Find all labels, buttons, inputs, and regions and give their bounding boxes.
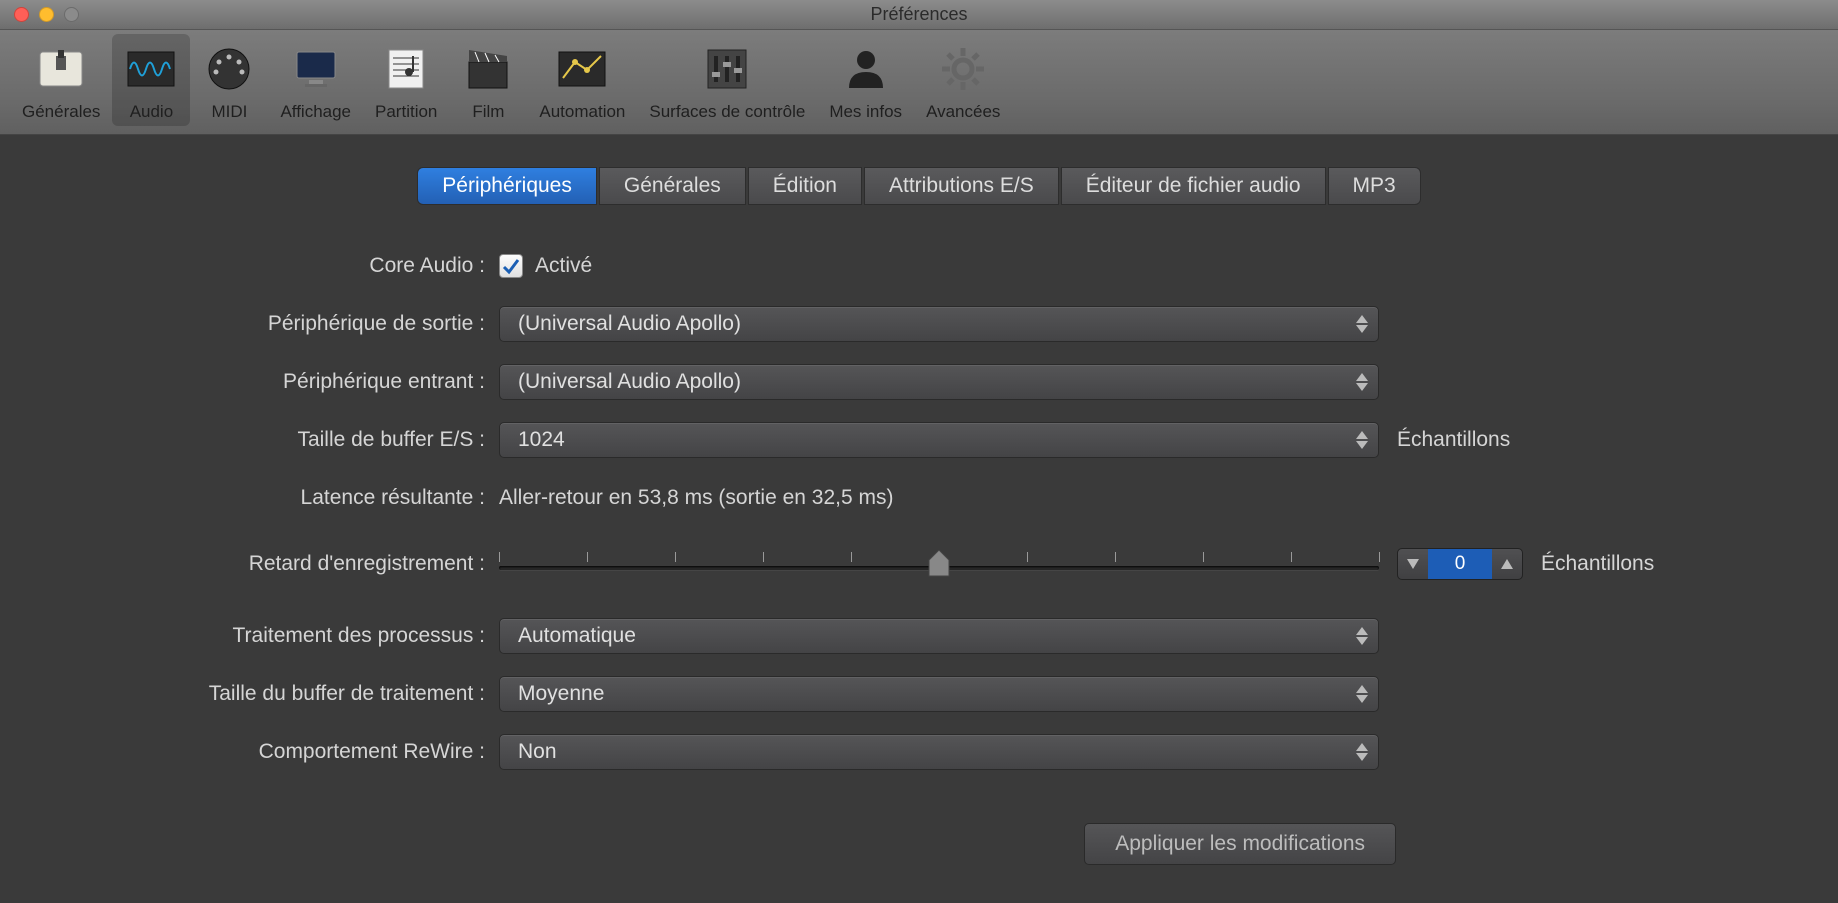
toolbar-label: Avancées: [926, 102, 1000, 122]
titlebar: Préférences: [0, 0, 1838, 30]
rewire-value: Non: [518, 740, 557, 764]
output-value: (Universal Audio Apollo): [518, 312, 741, 336]
midi-icon: [202, 42, 256, 96]
proc-buffer-value: Moyenne: [518, 682, 604, 706]
tab-mp3[interactable]: MP3: [1328, 167, 1421, 205]
traffic-lights: [14, 7, 79, 22]
close-icon[interactable]: [14, 7, 29, 22]
buffer-value: 1024: [518, 428, 565, 452]
output-label: Périphérique de sortie :: [159, 312, 499, 336]
tab-peripheriques[interactable]: Périphériques: [417, 167, 597, 205]
row-core-audio: Core Audio : Activé: [159, 245, 1679, 287]
record-delay-value[interactable]: 0: [1428, 549, 1492, 579]
score-icon: [379, 42, 433, 96]
toolbar-label: Surfaces de contrôle: [649, 102, 805, 122]
buffer-unit: Échantillons: [1397, 428, 1510, 452]
person-icon: [839, 42, 893, 96]
waveform-icon: [124, 42, 178, 96]
rewire-label: Comportement ReWire :: [159, 740, 499, 764]
output-select[interactable]: (Universal Audio Apollo): [499, 306, 1379, 342]
core-audio-checkbox-text: Activé: [535, 254, 592, 278]
toolbar-audio[interactable]: Audio: [112, 34, 190, 126]
stepper-up-icon[interactable]: [1492, 549, 1522, 579]
record-delay-stepper: 0: [1397, 548, 1523, 580]
record-delay-label: Retard d'enregistrement :: [159, 552, 499, 576]
automation-icon: [555, 42, 609, 96]
stepper-arrows-icon: [1356, 743, 1368, 761]
apply-row: Appliquer les modifications: [159, 823, 1396, 865]
row-rewire: Comportement ReWire : Non: [159, 731, 1679, 773]
switch-icon: [34, 42, 88, 96]
core-audio-checkbox[interactable]: [499, 254, 523, 278]
record-delay-unit: Échantillons: [1541, 552, 1654, 576]
latency-value: Aller-retour en 53,8 ms (sortie en 32,5 …: [499, 486, 894, 510]
stepper-arrows-icon: [1356, 315, 1368, 333]
threads-value: Automatique: [518, 624, 636, 648]
tab-generales[interactable]: Générales: [599, 167, 746, 205]
toolbar: Générales Audio MIDI Affichage Partition…: [0, 30, 1838, 135]
row-record-delay: Retard d'enregistrement :: [159, 543, 1679, 585]
toolbar-label: Film: [472, 102, 504, 122]
tabs: Périphériques Générales Édition Attribut…: [0, 167, 1838, 205]
tab-editeur-audio[interactable]: Éditeur de fichier audio: [1061, 167, 1326, 205]
minimize-icon[interactable]: [39, 7, 54, 22]
faders-icon: [700, 42, 754, 96]
toolbar-affichage[interactable]: Affichage: [268, 34, 363, 126]
toolbar-label: Affichage: [280, 102, 351, 122]
apply-button[interactable]: Appliquer les modifications: [1084, 823, 1396, 865]
proc-buffer-select[interactable]: Moyenne: [499, 676, 1379, 712]
stepper-arrows-icon: [1356, 627, 1368, 645]
toolbar-label: Mes infos: [829, 102, 902, 122]
slider-thumb-icon[interactable]: [927, 550, 951, 578]
toolbar-midi[interactable]: MIDI: [190, 34, 268, 126]
toolbar-label: Automation: [539, 102, 625, 122]
record-delay-slider[interactable]: [499, 544, 1379, 584]
latency-label: Latence résultante :: [159, 486, 499, 510]
zoom-icon[interactable]: [64, 7, 79, 22]
window-title: Préférences: [0, 4, 1838, 25]
gear-icon: [936, 42, 990, 96]
rewire-select[interactable]: Non: [499, 734, 1379, 770]
toolbar-mesinfos[interactable]: Mes infos: [817, 34, 914, 126]
form: Core Audio : Activé Périphérique de sort…: [159, 245, 1679, 865]
toolbar-label: Générales: [22, 102, 100, 122]
input-select[interactable]: (Universal Audio Apollo): [499, 364, 1379, 400]
proc-buffer-label: Taille du buffer de traitement :: [159, 681, 499, 706]
row-input-device: Périphérique entrant : (Universal Audio …: [159, 361, 1679, 403]
toolbar-partition[interactable]: Partition: [363, 34, 449, 126]
toolbar-avancees[interactable]: Avancées: [914, 34, 1012, 126]
stepper-arrows-icon: [1356, 431, 1368, 449]
input-value: (Universal Audio Apollo): [518, 370, 741, 394]
toolbar-generales[interactable]: Générales: [10, 34, 112, 126]
threads-label: Traitement des processus :: [159, 624, 499, 648]
buffer-select[interactable]: 1024: [499, 422, 1379, 458]
core-audio-label: Core Audio :: [159, 254, 499, 278]
content: Périphériques Générales Édition Attribut…: [0, 135, 1838, 903]
row-buffer: Taille de buffer E/S : 1024 Échantillons: [159, 419, 1679, 461]
threads-select[interactable]: Automatique: [499, 618, 1379, 654]
clapper-icon: [461, 42, 515, 96]
row-proc-buffer: Taille du buffer de traitement : Moyenne: [159, 673, 1679, 715]
row-threads: Traitement des processus : Automatique: [159, 615, 1679, 657]
row-latency: Latence résultante : Aller-retour en 53,…: [159, 477, 1679, 519]
buffer-label: Taille de buffer E/S :: [159, 428, 499, 452]
stepper-down-icon[interactable]: [1398, 549, 1428, 579]
monitor-icon: [289, 42, 343, 96]
toolbar-label: Audio: [130, 102, 173, 122]
toolbar-surfaces[interactable]: Surfaces de contrôle: [637, 34, 817, 126]
tab-edition[interactable]: Édition: [748, 167, 862, 205]
stepper-arrows-icon: [1356, 685, 1368, 703]
core-audio-checkbox-wrap: Activé: [499, 254, 592, 278]
input-label: Périphérique entrant :: [159, 370, 499, 394]
stepper-arrows-icon: [1356, 373, 1368, 391]
toolbar-film[interactable]: Film: [449, 34, 527, 126]
tab-attributions[interactable]: Attributions E/S: [864, 167, 1059, 205]
toolbar-automation[interactable]: Automation: [527, 34, 637, 126]
row-output-device: Périphérique de sortie : (Universal Audi…: [159, 303, 1679, 345]
toolbar-label: MIDI: [211, 102, 247, 122]
toolbar-label: Partition: [375, 102, 437, 122]
